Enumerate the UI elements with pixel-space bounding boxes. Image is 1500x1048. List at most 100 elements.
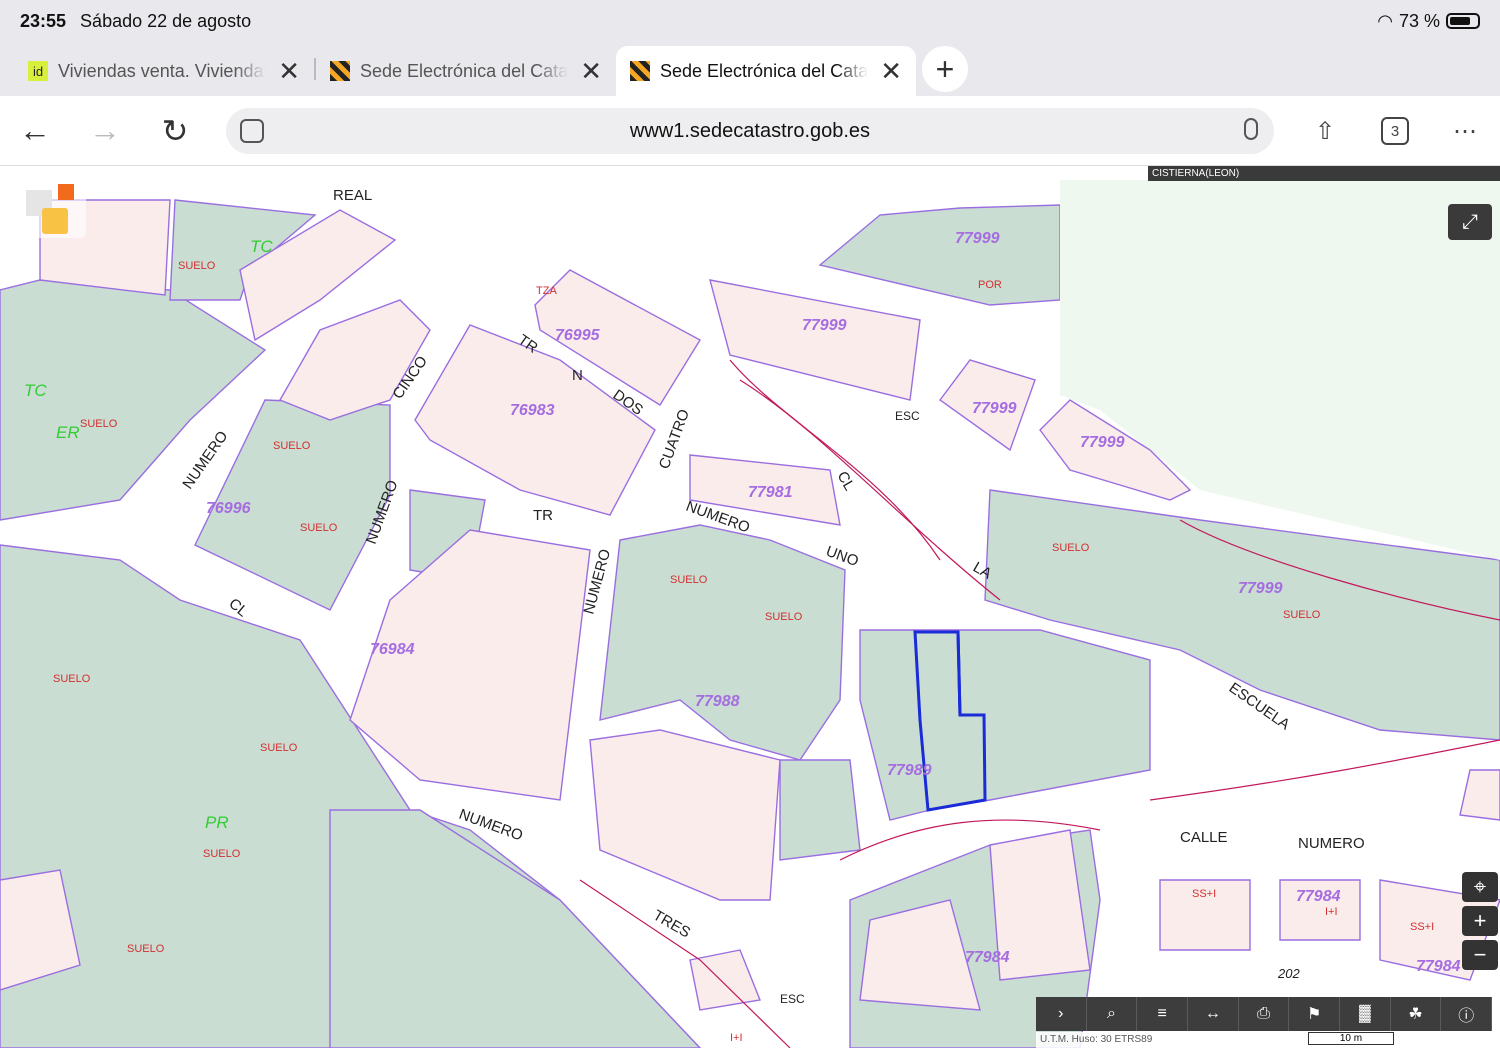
page-menu-icon[interactable] xyxy=(240,119,264,143)
battery-percent: 73 % xyxy=(1398,10,1440,31)
cadastral-ref: 77999 xyxy=(802,317,847,334)
share-map-icon[interactable]: ☘ xyxy=(1391,997,1442,1031)
info-icon[interactable]: ⓘ xyxy=(1441,997,1493,1031)
tab-strip: id Viviendas venta. Viviendas ✕ Sede Ele… xyxy=(0,42,1500,96)
toolbar-right: ⇧ 3 ⋯ xyxy=(1290,96,1500,166)
land-label: SUELO xyxy=(1052,542,1090,554)
tab-overview-button[interactable]: 3 xyxy=(1360,96,1430,166)
land-label: SUELO xyxy=(300,522,338,534)
parcel-number: 202 xyxy=(1277,966,1300,981)
street-label-cuatro: CUATRO xyxy=(656,407,693,471)
cadastral-ref: 76984 xyxy=(370,641,415,658)
tab-catastro-1[interactable]: Sede Electrónica del Catastro ✕ xyxy=(316,46,616,96)
parcel-77999-north xyxy=(818,204,1061,306)
cadastral-map[interactable]: REAL CINCO NUMERO NUMERO NUMERO CUATRO D… xyxy=(0,166,1500,1048)
street-label-calle: CALLE xyxy=(1180,829,1228,846)
land-label: SUELO xyxy=(53,673,91,685)
battery-icon xyxy=(1446,13,1480,29)
parcel-05 xyxy=(779,759,861,861)
catastro-favicon-icon xyxy=(330,61,350,81)
land-label: SUELO xyxy=(1283,609,1321,621)
tab-count: 3 xyxy=(1381,117,1409,145)
land-label: SUELO xyxy=(127,943,165,955)
land-label: TZA xyxy=(536,285,557,297)
close-tab-icon[interactable]: ✕ xyxy=(580,56,602,87)
ivg-icon[interactable]: ▓ xyxy=(1340,997,1391,1031)
forward-button[interactable]: → xyxy=(70,96,140,166)
status-bar: 23:55 Sábado 22 de agosto ◠ 73 % xyxy=(0,0,1500,42)
land-label: I+I xyxy=(1325,906,1338,918)
idealista-favicon-icon: id xyxy=(28,61,48,81)
fullscreen-icon[interactable]: ⤢ xyxy=(1448,204,1492,240)
cadastral-ref: 77999 xyxy=(1238,580,1283,597)
map-canvas: REAL CINCO NUMERO NUMERO NUMERO CUATRO D… xyxy=(0,180,1500,1048)
measure-icon[interactable]: ↔ xyxy=(1188,997,1239,1031)
land-label: I+I xyxy=(730,1032,743,1044)
cadastral-ref: 77999 xyxy=(955,230,1000,247)
cadastral-ref: 77989 xyxy=(887,762,932,779)
status-time: 23:55 xyxy=(20,10,67,31)
cadastral-ref: 77984 xyxy=(965,949,1010,966)
close-tab-icon[interactable]: ✕ xyxy=(278,56,300,87)
address-bar[interactable]: www1.sedecatastro.gob.es xyxy=(226,108,1274,154)
zoom-out-button[interactable]: − xyxy=(1462,940,1498,970)
catastro-logo xyxy=(14,180,86,238)
parcel-01-east xyxy=(1459,769,1500,821)
land-label: SUELO xyxy=(273,440,311,452)
tab-viviendas[interactable]: id Viviendas venta. Viviendas ✕ xyxy=(14,46,314,96)
tab-title: Sede Electrónica del Catastro xyxy=(660,60,869,81)
new-tab-button[interactable]: + xyxy=(922,46,968,92)
coordinate-readout: U.T.M. Huso: 30 ETRS89 xyxy=(1036,1032,1500,1048)
more-button[interactable]: ⋯ xyxy=(1430,96,1500,166)
zone-label: ER xyxy=(56,423,80,442)
locate-icon[interactable]: ⌖ xyxy=(1462,872,1498,902)
green-area xyxy=(1060,180,1500,560)
map-toolbar: › ⌕ ≡ ↔ ⎙ ⚑ ▓ ☘ ⓘ xyxy=(1036,997,1493,1031)
parcel-07 xyxy=(589,729,781,901)
zone-label: TC xyxy=(250,237,273,256)
search-icon[interactable]: ⌕ xyxy=(1087,997,1138,1031)
parcel-01-cinco xyxy=(278,299,431,421)
street-label-esc: ESC xyxy=(895,409,920,423)
status-date: Sábado 22 de agosto xyxy=(80,10,252,31)
zone-label: TC xyxy=(24,381,47,400)
logo-square xyxy=(42,208,68,234)
parcel-tool-icon[interactable]: ⚑ xyxy=(1289,997,1341,1031)
tab-title: Sede Electrónica del Catastro xyxy=(360,60,569,81)
land-label: SUELO xyxy=(765,611,803,623)
share-button[interactable]: ⇧ xyxy=(1290,96,1360,166)
street-line xyxy=(1149,739,1500,801)
layers-icon[interactable]: ≡ xyxy=(1137,997,1189,1031)
print-icon[interactable]: ⎙ xyxy=(1239,997,1290,1031)
land-label: SS+I xyxy=(1192,888,1216,900)
scale-bar: 10 m xyxy=(1308,1032,1394,1045)
tab-catastro-2[interactable]: Sede Electrónica del Catastro ✕ xyxy=(616,46,916,96)
cadastral-ref: 77984 xyxy=(1416,958,1461,975)
cadastral-ref: 76983 xyxy=(510,402,555,419)
street-label-tr: TR xyxy=(533,507,553,524)
parcel-77989 xyxy=(859,629,1151,821)
cadastral-ref: 77988 xyxy=(695,693,740,710)
close-tab-icon[interactable]: ✕ xyxy=(880,56,902,87)
street-label-numero: NUMERO xyxy=(1298,835,1365,852)
street-label-cl: CL xyxy=(834,469,858,494)
reload-button[interactable]: ↻ xyxy=(140,96,210,166)
cadastral-ref: 77984 xyxy=(1296,888,1341,905)
browser-toolbar: ← → ↻ www1.sedecatastro.gob.es ⇧ 3 ⋯ xyxy=(0,96,1500,166)
zone-label: PR xyxy=(205,813,229,832)
back-button[interactable]: ← xyxy=(0,96,70,166)
zoom-in-button[interactable]: + xyxy=(1462,906,1498,936)
microphone-icon[interactable] xyxy=(1244,118,1258,140)
wifi-icon: ◠ xyxy=(1377,10,1393,31)
land-label: SUELO xyxy=(80,418,118,430)
parcel-76984 xyxy=(349,529,591,801)
tab-title: Viviendas venta. Viviendas xyxy=(58,60,267,81)
cadastral-ref: 76996 xyxy=(206,500,251,517)
land-label: POR xyxy=(978,279,1002,291)
chevron-right-icon[interactable]: › xyxy=(1036,997,1087,1031)
selected-parcel-division xyxy=(956,631,962,716)
land-label: SUELO xyxy=(203,848,241,860)
parcel-77999-16 xyxy=(709,279,921,401)
street-label-n: N xyxy=(572,367,583,384)
street-label-real: REAL xyxy=(333,187,372,204)
